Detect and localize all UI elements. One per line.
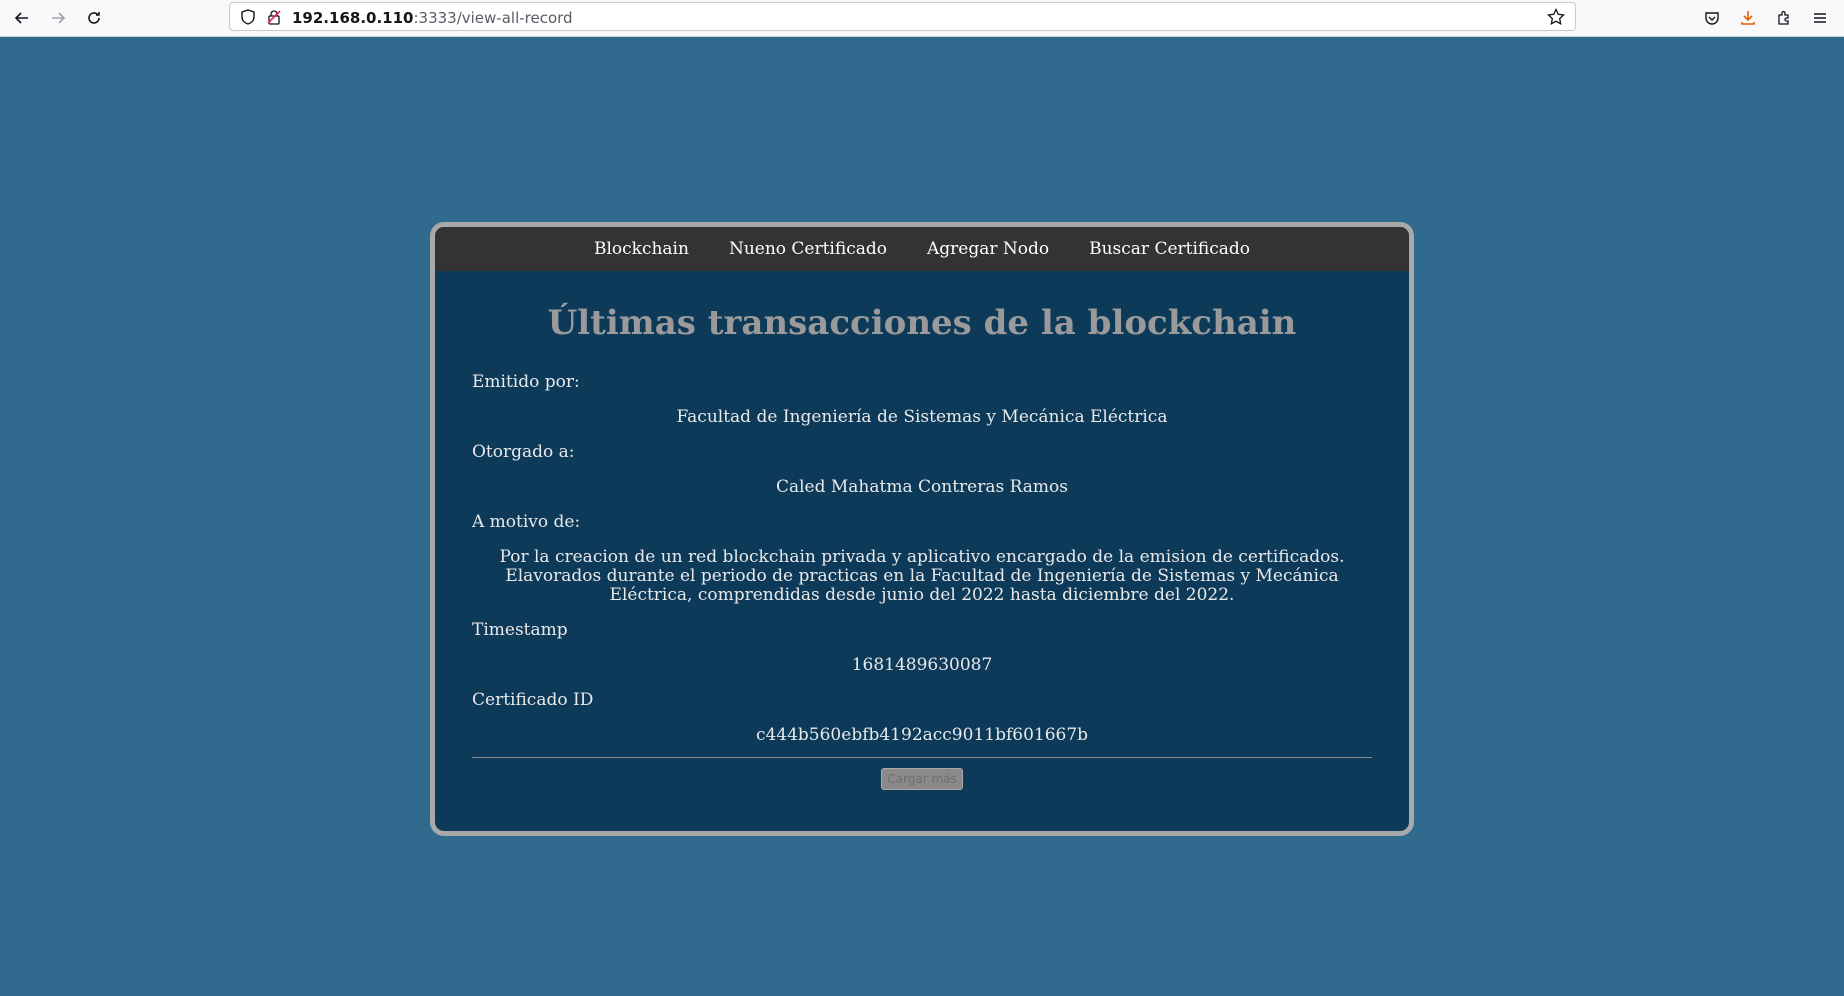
nav-link-new-certificate[interactable]: Nueno Certificado bbox=[729, 239, 887, 259]
url-bar[interactable]: 192.168.0.110:3333/view-all-record bbox=[229, 2, 1576, 31]
timestamp-value: 1681489630087 bbox=[851, 655, 993, 675]
nav-link-blockchain[interactable]: Blockchain bbox=[594, 239, 689, 259]
issued-by-label: Emitido por: bbox=[472, 372, 580, 392]
record-divider bbox=[472, 757, 1372, 758]
load-more-container: Cargar más bbox=[472, 768, 1372, 790]
nav-link-add-node[interactable]: Agregar Nodo bbox=[927, 239, 1049, 259]
reason-value: Por la creacion de un red blockchain pri… bbox=[499, 547, 1345, 605]
certificate-id-value: c444b560ebfb4192acc9011bf601667b bbox=[755, 725, 1089, 745]
certificate-id-label: Certificado ID bbox=[472, 690, 594, 710]
granted-to-value: Caled Mahatma Contreras Ramos bbox=[775, 477, 1069, 497]
menu-icon[interactable] bbox=[1806, 4, 1834, 32]
timestamp-label: Timestamp bbox=[472, 620, 568, 640]
main-nav: Blockchain Nueno Certificado Agregar Nod… bbox=[435, 227, 1409, 271]
insecure-lock-icon[interactable] bbox=[264, 7, 284, 27]
back-arrow-icon[interactable] bbox=[8, 4, 36, 32]
records-card: Blockchain Nueno Certificado Agregar Nod… bbox=[430, 222, 1414, 836]
granted-to-label: Otorgado a: bbox=[472, 442, 575, 462]
record-list: Emitido por: Facultad de Ingeniería de S… bbox=[435, 365, 1409, 790]
issued-by-value: Facultad de Ingeniería de Sistemas y Mec… bbox=[676, 407, 1168, 427]
browser-toolbar: 192.168.0.110:3333/view-all-record bbox=[0, 0, 1844, 37]
reload-icon[interactable] bbox=[80, 4, 108, 32]
reason-label: A motivo de: bbox=[472, 512, 581, 532]
url-text[interactable]: 192.168.0.110:3333/view-all-record bbox=[292, 9, 573, 27]
nav-link-search-certificate[interactable]: Buscar Certificado bbox=[1089, 239, 1250, 259]
forward-arrow-icon[interactable] bbox=[44, 4, 72, 32]
page-title: Últimas transacciones de la blockchain bbox=[547, 303, 1297, 343]
extensions-icon[interactable] bbox=[1770, 4, 1798, 32]
shield-icon[interactable] bbox=[238, 7, 258, 27]
pocket-icon[interactable] bbox=[1698, 4, 1726, 32]
download-icon[interactable] bbox=[1734, 4, 1762, 32]
bookmark-star-icon[interactable] bbox=[1546, 7, 1566, 27]
load-more-button[interactable]: Cargar más bbox=[881, 768, 963, 790]
